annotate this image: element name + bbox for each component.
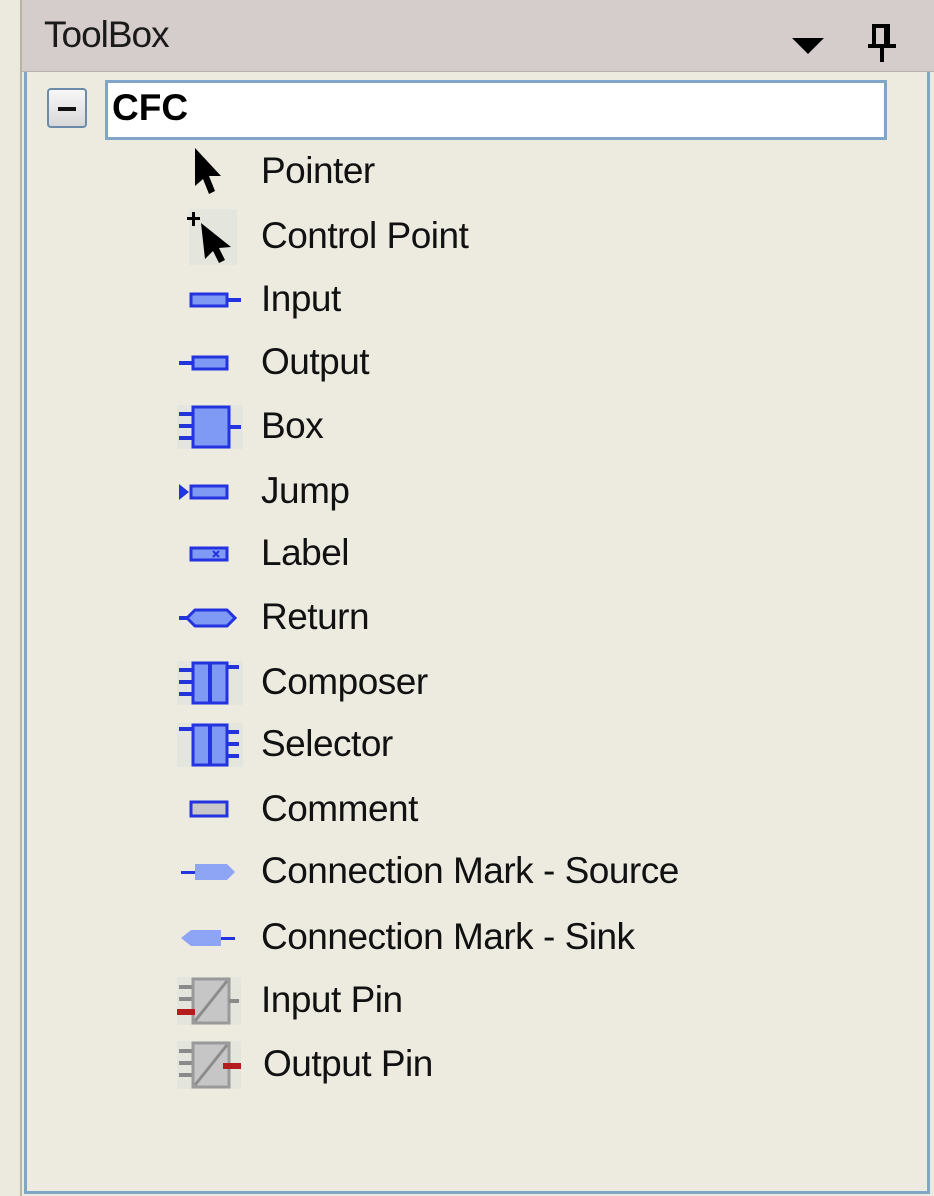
toolbox-item-label: Jump [261,470,350,511]
toolbox-item-label: Input Pin [261,979,403,1020]
toolbox-item-comment[interactable]: Comment [175,780,875,840]
output-pin-icon [177,1041,241,1089]
group-header-cfc[interactable]: CFC [105,80,887,140]
toolbox-title: ToolBox [44,14,170,55]
toolbox-item-label: Comment [261,788,418,829]
toolbox-item-output-pin[interactable]: Output Pin [175,1035,875,1095]
toolbox-item-input[interactable]: Input [175,270,875,330]
toolbox-item-return[interactable]: Return [175,588,875,648]
output-icon [179,355,229,371]
control-point-icon [187,209,237,265]
toolbox-item-jump[interactable]: Jump [175,462,875,522]
toolbox-item-label: Selector [261,723,393,764]
box-icon [177,405,243,449]
input-pin-icon [177,977,241,1025]
dropdown-button[interactable] [788,26,832,62]
toolbox-item-label: Connection Mark - Sink [261,916,635,957]
label-icon [189,546,229,562]
triangle-down-icon [792,38,824,54]
connection-mark-sink-icon [181,930,235,946]
toolbox-item-label: Label [261,532,350,573]
composer-icon [177,661,243,705]
toolbox-item-label: Return [261,596,370,637]
toolbox-item-label: Input [261,278,341,319]
return-icon [179,608,238,628]
toolbox-item-connection-mark-sink[interactable]: Connection Mark - Sink [175,908,875,968]
jump-icon [179,484,229,500]
toolbox-item-label: Box [261,405,324,446]
toolbox-item-box[interactable]: Box [175,397,875,457]
toolbox-item-label-tool[interactable]: Label [175,524,875,584]
toolbox-item-label: Pointer [261,150,375,191]
toolbox-item-label: Output [261,341,370,382]
pin-icon [868,24,896,62]
toolbox-titlebar: ToolBox [22,0,934,72]
collapse-button[interactable] [47,88,87,128]
pointer-icon [195,148,221,194]
toolbox-item-label: Output Pin [263,1043,433,1084]
toolbox-panel: CFC Pointer Control Point Input Output B… [24,72,930,1194]
toolbox-item-input-pin[interactable]: Input Pin [175,971,875,1031]
toolbox-item-composer[interactable]: Composer [175,653,875,713]
toolbox-item-label: Composer [261,661,428,702]
comment-icon [189,800,229,818]
toolbox-item-selector[interactable]: Selector [175,715,875,775]
input-icon [189,292,241,308]
toolbox-item-label: Control Point [261,215,469,256]
pin-button[interactable] [864,18,900,64]
connection-mark-source-icon [181,864,235,880]
left-gutter [0,0,20,1196]
toolbox-item-control-point[interactable]: Control Point [175,207,875,267]
toolbox-item-pointer[interactable]: Pointer [175,142,875,202]
toolbox-item-label: Connection Mark - Source [261,850,679,891]
left-divider [20,0,22,1196]
selector-icon [177,723,243,767]
toolbox-item-connection-mark-source[interactable]: Connection Mark - Source [175,842,875,902]
toolbox-item-output[interactable]: Output [175,333,875,393]
